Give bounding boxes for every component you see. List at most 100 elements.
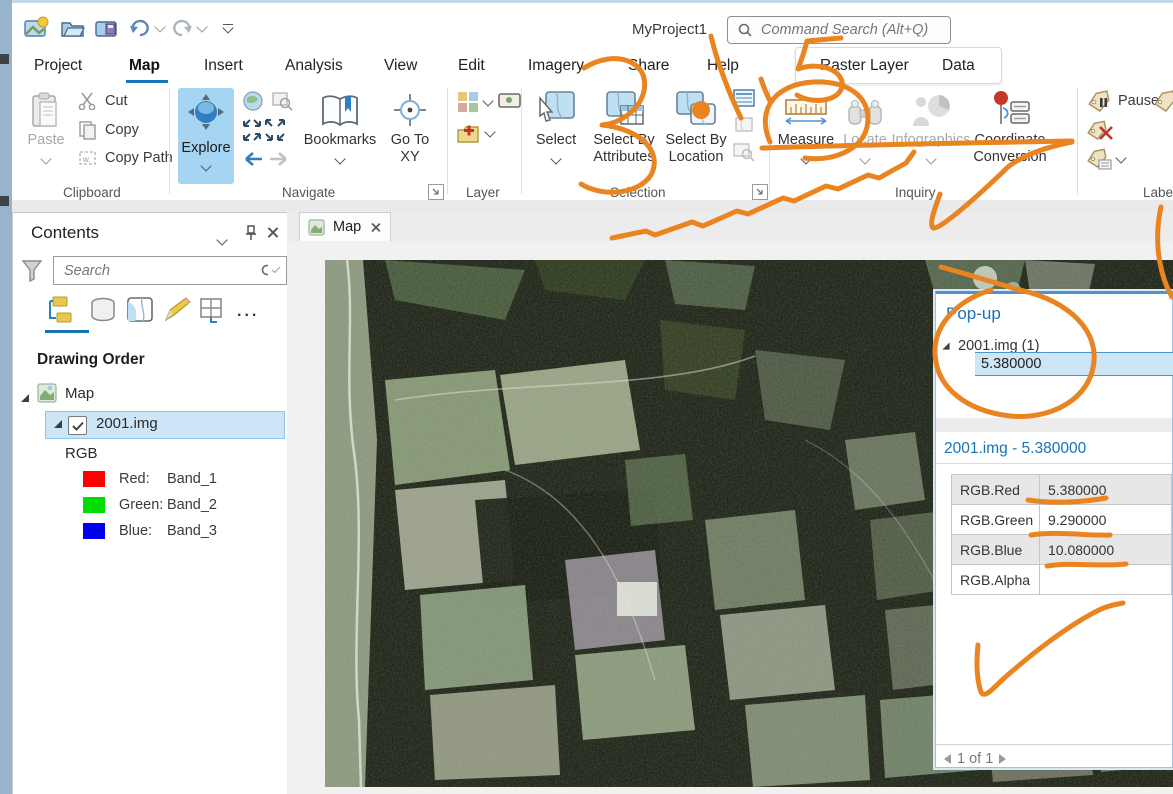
divider [936,463,1172,464]
command-search-input[interactable] [759,21,933,39]
command-search[interactable] [727,16,951,44]
contents-more-button[interactable]: ... [237,303,259,321]
pause-labeling-button[interactable]: Pause [1086,90,1159,112]
tab-map[interactable]: Map [129,57,160,75]
clear-labels-button[interactable] [1086,120,1114,142]
selection-dialog-launcher[interactable] [752,184,768,200]
expander-icon[interactable] [942,342,949,349]
list-by-drawing-order-button[interactable] [45,295,75,325]
label-options-button[interactable] [1086,148,1125,170]
infographics-button[interactable]: Infographics [892,88,970,163]
copy-path-button[interactable]: w. Copy Path [78,149,173,167]
next-extent-button[interactable] [268,150,292,168]
popup-splitter[interactable] [936,418,1172,432]
filter-button[interactable] [21,259,43,283]
launcher-icon [756,188,764,196]
paste-button[interactable]: Paste [20,88,72,163]
new-map-button[interactable] [498,92,522,110]
list-by-labeling-button[interactable] [198,296,226,324]
new-project-button[interactable] [22,14,52,42]
tab-analysis[interactable]: Analysis [285,57,343,75]
redo-button[interactable] [170,14,194,42]
measure-button[interactable]: Measure [776,88,836,163]
pager-next-icon[interactable] [999,754,1006,764]
contents-pin-button[interactable] [244,225,258,241]
attributes-button[interactable] [732,88,756,108]
table-row[interactable]: RGB.Red 5.380000 [952,475,1172,505]
popup-pager: 1 of 1 [944,751,1006,767]
tab-help[interactable]: Help [707,57,739,75]
open-project-button[interactable] [58,14,88,42]
bookmarks-label: Bookmarks [304,132,377,149]
close-tab-icon[interactable] [370,221,381,232]
previous-extent-button[interactable] [240,150,264,168]
customize-quick-access-button[interactable] [218,14,238,42]
tab-share[interactable]: Share [628,57,669,75]
map-node-expander[interactable] [21,389,29,407]
list-by-editing-button[interactable] [162,296,192,324]
popup-selected-row[interactable]: 5.380000 [975,352,1173,376]
band-label: Blue: [119,523,167,539]
map-node-label[interactable]: Map [65,385,94,402]
explore-button[interactable]: Explore [178,88,234,184]
chevron-down-icon [154,21,165,32]
contents-search[interactable] [53,256,287,285]
redo-dropdown[interactable] [194,14,210,42]
map-tab-label: Map [333,219,361,235]
bookmarks-button[interactable]: Bookmarks [300,88,380,163]
expander-icon [21,394,29,402]
contents-pane: Contents ... Drawin [12,212,288,794]
tab-project[interactable]: Project [34,57,82,75]
select-by-location-button[interactable]: Select By Location [664,88,728,166]
contents-close-button[interactable] [266,226,279,239]
add-data-button[interactable] [456,122,494,144]
svg-text:w.: w. [82,155,91,164]
list-by-selection-button[interactable] [126,296,154,323]
chevron-down-icon [334,153,345,164]
copy-button[interactable]: Copy [78,120,139,140]
layer-visibility-checkbox[interactable] [68,416,87,435]
contents-search-input[interactable] [62,262,255,280]
select-icon [536,90,576,128]
field-value [1040,565,1172,595]
basemap-button[interactable] [456,90,492,114]
blue-swatch [83,523,105,539]
coordinate-conversion-button[interactable]: Coordinate Conversion [968,88,1052,166]
expander-icon[interactable] [54,420,62,428]
locate-button[interactable]: Locate [840,88,890,163]
chevron-down-icon [800,153,811,164]
list-by-data-source-button[interactable] [89,297,117,323]
navigate-dialog-launcher[interactable] [428,184,444,200]
save-project-button[interactable] [92,14,122,42]
contents-collapse-button[interactable] [218,231,226,249]
zoom-to-selected-button[interactable] [732,142,756,162]
select-button[interactable]: Select [530,88,582,163]
labeling-extra-button[interactable] [1152,90,1173,112]
tab-imagery[interactable]: Imagery [528,57,584,75]
cut-button[interactable]: Cut [78,92,128,110]
tab-raster-layer[interactable]: Raster Layer [820,57,909,75]
undo-dropdown[interactable] [152,14,168,42]
copy-path-label: Copy Path [105,150,173,166]
fixed-zoom-buttons[interactable] [240,118,292,144]
map-view-tab[interactable]: Map [299,212,391,241]
popup-title: Pop-up [946,304,1001,324]
pager-previous-icon[interactable] [944,754,951,764]
zoom-to-selection-button[interactable] [270,90,294,112]
table-row[interactable]: RGB.Green 9.290000 [952,505,1172,535]
tab-data[interactable]: Data [942,57,975,75]
tab-insert[interactable]: Insert [204,57,243,75]
select-by-attributes-button[interactable]: Select By Attributes [586,88,662,166]
clear-selection-button[interactable] [734,116,756,134]
map-thumbnail-icon [37,383,57,403]
tab-edit[interactable]: Edit [458,57,485,75]
undo-button[interactable] [128,14,152,42]
table-row[interactable]: RGB.Blue 10.080000 [952,535,1172,565]
table-row[interactable]: RGB.Alpha [952,565,1172,595]
layer-node-row[interactable]: 2001.img [45,411,285,439]
go-to-xy-button[interactable]: Go To XY [384,88,436,166]
full-extent-button[interactable] [242,90,264,112]
tab-view[interactable]: View [384,57,417,75]
pencil-icon [162,296,192,324]
forward-arrow-icon [268,150,292,168]
